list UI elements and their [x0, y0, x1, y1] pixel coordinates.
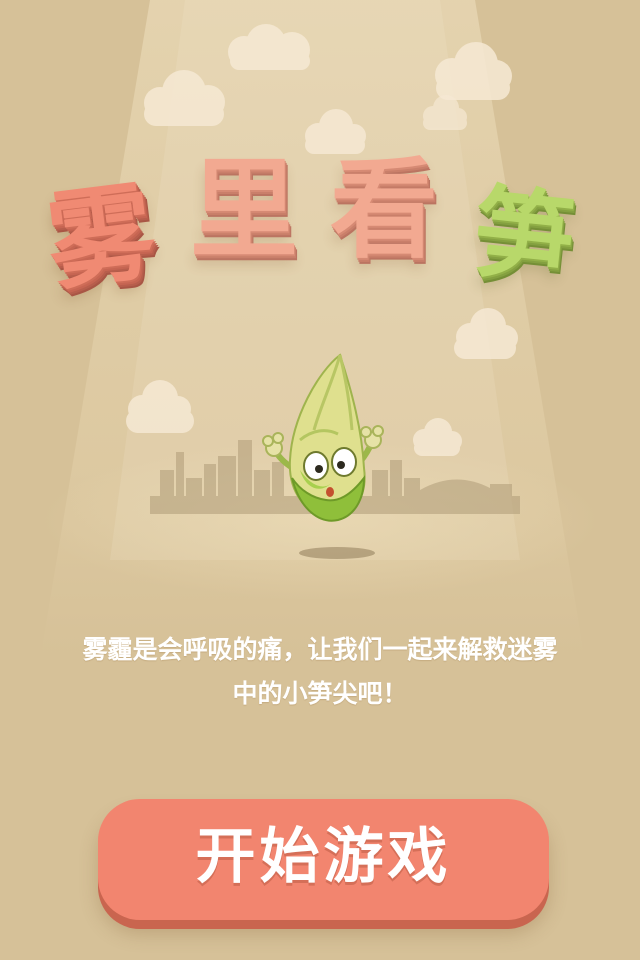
start-game-button[interactable]: 开始游戏 [98, 799, 549, 920]
title-char-2: 里 [190, 148, 299, 273]
title-char-1: 雾 [40, 170, 162, 306]
intro-message: 雾霾是会呼吸的痛，让我们一起来解救迷雾 中的小笋尖吧！ [20, 628, 620, 716]
intro-message-line-2: 中的小笋尖吧！ [232, 679, 408, 708]
title-char-3: 看 [330, 148, 439, 273]
title-char-4: 笋 [468, 173, 580, 300]
start-game-button-label: 开始游戏 [195, 822, 452, 892]
intro-message-line-1: 雾霾是会呼吸的痛，让我们一起来解救迷雾 [82, 635, 558, 664]
game-start-screen: 雾 里 看 笋 雾霾是会呼吸的痛，让我们一起来解救迷雾 中的小笋尖吧！ 开始游戏 [0, 0, 640, 960]
mascot-shadow [299, 547, 375, 559]
